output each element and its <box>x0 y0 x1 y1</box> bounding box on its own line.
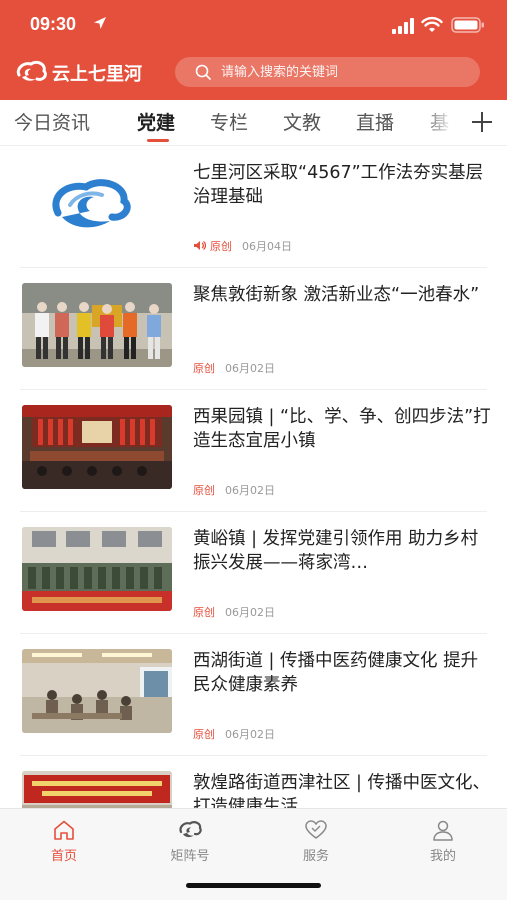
nav-profile[interactable]: 我的 <box>403 819 483 869</box>
article-tag: 原创 <box>193 606 215 619</box>
tab-today-news[interactable]: 今日资讯 <box>14 108 90 135</box>
article-tag: 原创 <box>210 240 232 253</box>
matrix-logo-icon <box>179 821 202 838</box>
active-tab-indicator <box>147 139 169 142</box>
service-heart-icon <box>305 820 327 839</box>
article-tag: 原创 <box>193 362 215 375</box>
article-date: 06月04日 <box>242 240 292 253</box>
status-time: 09:30 <box>30 14 77 34</box>
nav-home-label: 首页 <box>50 849 77 864</box>
search-bar[interactable] <box>175 57 480 87</box>
article-title: 黄峪镇 | 发挥党建引领作用 助力乡村振兴发展——蒋家湾… <box>193 529 479 573</box>
article-date: 06月02日 <box>225 606 275 619</box>
nav-service-label: 服务 <box>302 849 329 864</box>
tab-party-building[interactable]: 党建 <box>137 108 175 135</box>
app-header: 09:30 云上七里河 <box>0 0 507 100</box>
article-item[interactable]: 西湖街道 | 传播中医药健康文化 提升民众健康素养 原创 06月02日 <box>0 634 507 756</box>
cellular-signal-icon <box>392 18 414 34</box>
article-title: 七里河区采取“4567”工作法夯实基层治理基础 <box>193 163 484 207</box>
home-icon <box>54 820 74 840</box>
tab-column[interactable]: 专栏 <box>210 108 248 135</box>
article-meta: 原创 06月02日 <box>193 604 275 620</box>
tab-live[interactable]: 直播 <box>356 108 394 135</box>
add-channel-icon[interactable] <box>466 106 498 138</box>
status-bar: 09:30 <box>0 0 507 50</box>
app-name: 云上七里河 <box>52 64 142 85</box>
article-title: 西湖街道 | 传播中医药健康文化 提升民众健康素养 <box>193 651 479 695</box>
article-item[interactable]: 聚焦敦街新象 激活新业态“一池春水” 原创 06月02日 <box>0 268 507 390</box>
profile-icon <box>433 820 453 841</box>
article-date: 06月02日 <box>225 728 275 741</box>
article-title: 敦煌路街道西津社区 | 传播中医文化、打造健康生活 <box>193 773 491 808</box>
article-title: 聚焦敦街新象 激活新业态“一池春水” <box>193 285 480 305</box>
article-thumbnail-photo <box>22 405 172 489</box>
article-thumbnail-photo <box>22 771 172 808</box>
search-icon <box>195 64 211 80</box>
speaker-icon <box>194 240 206 251</box>
article-title: 西果园镇 | “比、学、争、创四步法”打造生态宜居小镇 <box>193 407 491 451</box>
article-meta: 原创 06月02日 <box>193 726 275 742</box>
cloud-logo-icon <box>16 60 47 81</box>
tab-culture-education[interactable]: 文教 <box>283 108 321 135</box>
article-thumbnail-logo <box>22 161 172 245</box>
article-item[interactable]: 七里河区采取“4567”工作法夯实基层治理基础 原创 06月04日 <box>0 146 507 268</box>
article-item[interactable]: 黄峪镇 | 发挥党建引领作用 助力乡村振兴发展——蒋家湾… 原创 06月02日 <box>0 512 507 634</box>
article-tag: 原创 <box>193 728 215 741</box>
app-logo[interactable]: 云上七里河 <box>14 58 164 86</box>
article-list: 七里河区采取“4567”工作法夯实基层治理基础 原创 06月04日 聚焦敦街新象… <box>0 146 507 808</box>
home-indicator <box>186 883 321 888</box>
article-item[interactable]: 敦煌路街道西津社区 | 传播中医文化、打造健康生活 <box>0 756 507 808</box>
nav-home[interactable]: 首页 <box>24 819 104 869</box>
nav-matrix[interactable]: 矩阵号 <box>150 819 230 869</box>
article-date: 06月02日 <box>225 484 275 497</box>
article-item[interactable]: 西果园镇 | “比、学、争、创四步法”打造生态宜居小镇 原创 06月02日 <box>0 390 507 512</box>
article-thumbnail-photo <box>22 649 172 733</box>
article-date: 06月02日 <box>225 362 275 375</box>
nav-service[interactable]: 服务 <box>276 819 356 869</box>
wifi-icon <box>421 16 443 32</box>
nav-matrix-label: 矩阵号 <box>170 849 210 864</box>
article-meta: 原创 06月04日 <box>193 238 292 254</box>
article-tag: 原创 <box>193 484 215 497</box>
location-arrow-icon <box>94 17 106 29</box>
article-thumbnail-photo <box>22 527 172 611</box>
battery-icon <box>451 17 484 33</box>
article-meta: 原创 06月02日 <box>193 482 275 498</box>
article-meta: 原创 06月02日 <box>193 360 275 376</box>
nav-profile-label: 我的 <box>429 849 456 864</box>
article-thumbnail-photo <box>22 283 172 367</box>
search-input[interactable] <box>221 57 471 87</box>
